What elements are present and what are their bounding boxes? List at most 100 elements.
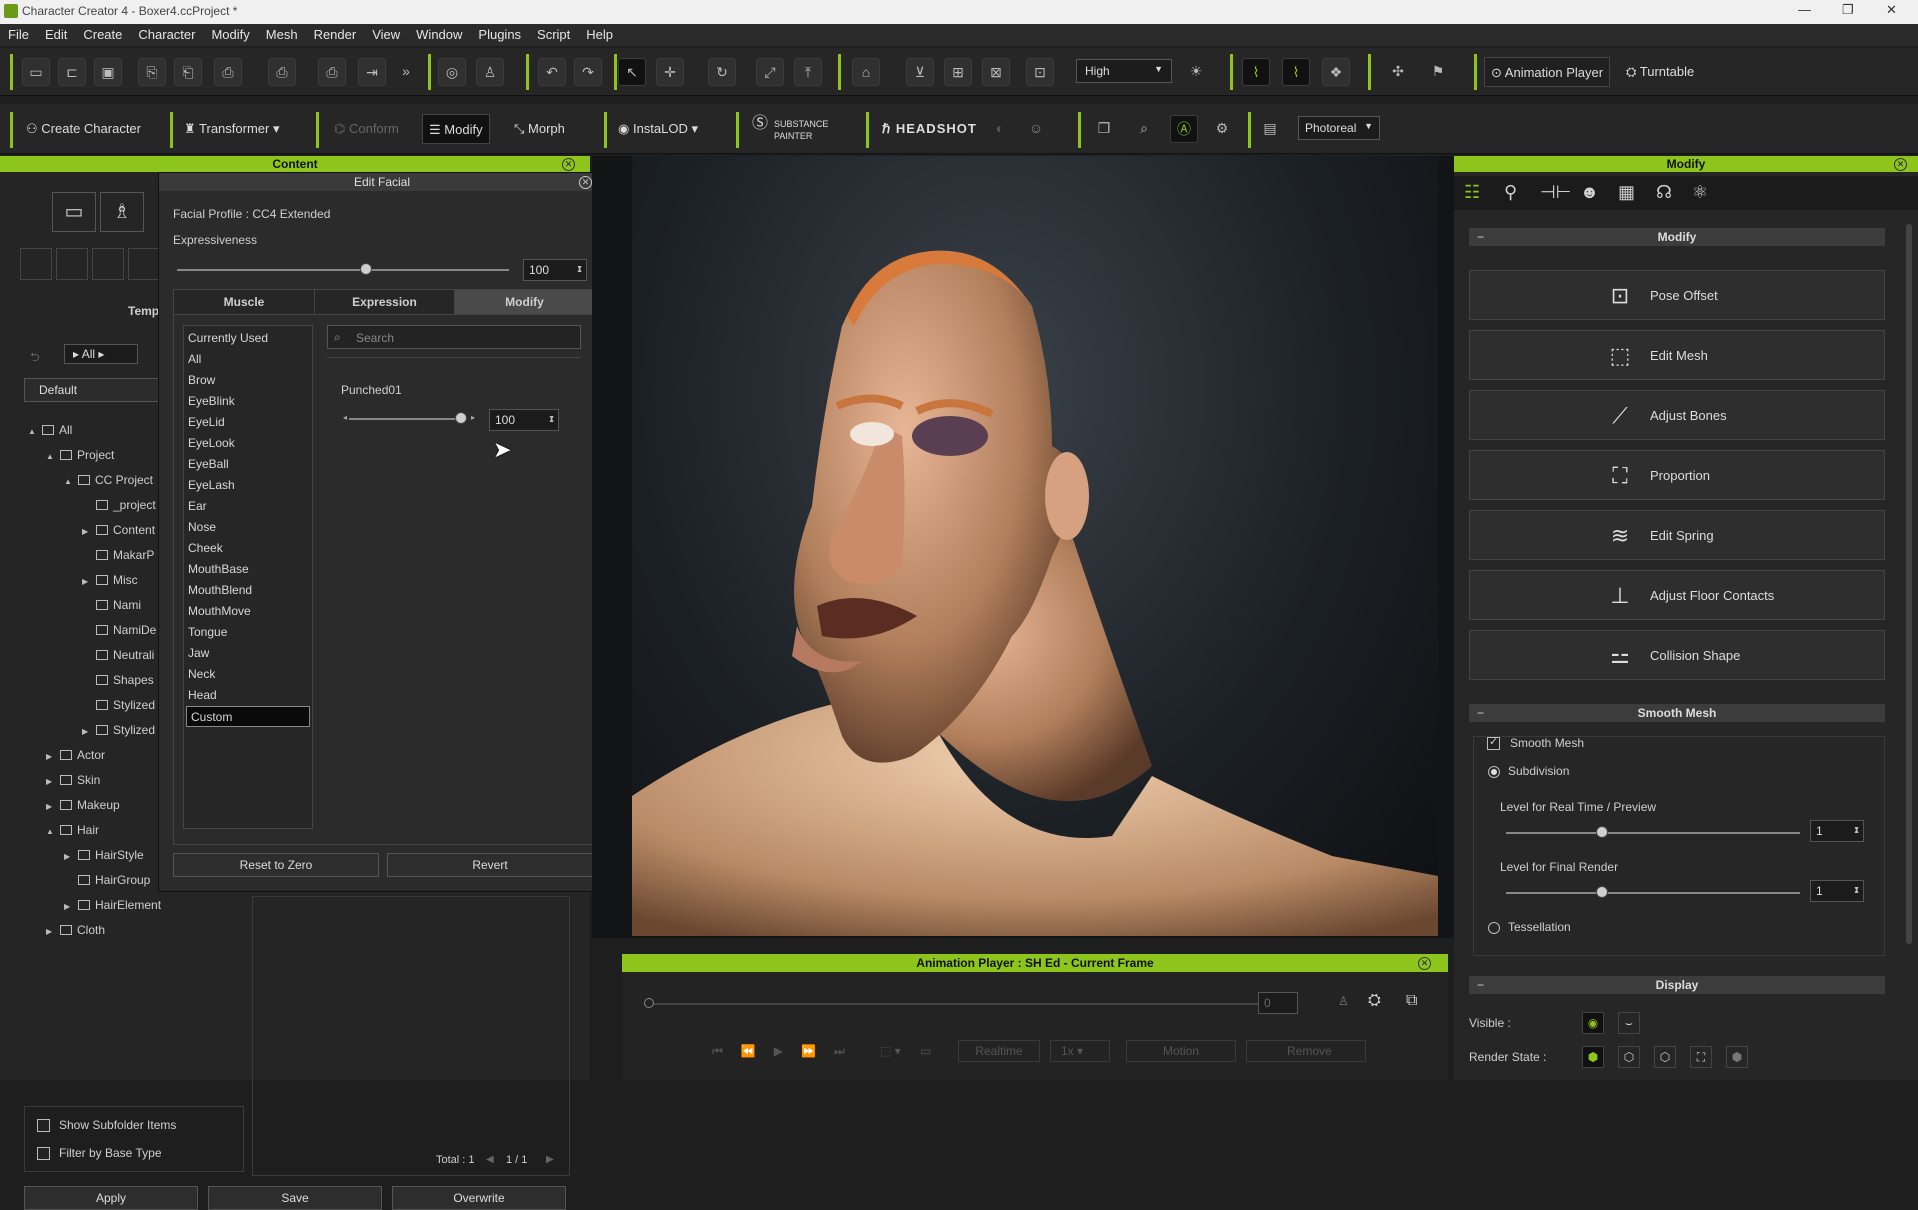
light-icon[interactable]: ☀ (1182, 58, 1210, 86)
close-icon[interactable]: ✕ (1418, 957, 1431, 970)
menu-render[interactable]: Render (306, 24, 365, 45)
proportion-button[interactable]: ⛶ Proportion (1469, 450, 1885, 500)
close-icon[interactable]: ✕ (1886, 2, 1897, 18)
animation-player-button[interactable]: ⊙ Animation Player (1484, 57, 1611, 87)
select-icon[interactable]: ↖ (618, 58, 646, 86)
category-item[interactable]: Neck (184, 664, 312, 685)
collapse-icon[interactable]: − (1477, 704, 1484, 722)
remove-button[interactable]: Remove (1246, 1040, 1366, 1062)
render-icon[interactable]: ▤ (1256, 115, 1284, 143)
close-icon[interactable]: ✕ (562, 158, 575, 171)
render-flat-icon[interactable]: ⬡ (1618, 1046, 1640, 1068)
category-item[interactable]: MouthBlend (184, 580, 312, 601)
render-xray-icon[interactable]: ⬢ (1726, 1046, 1748, 1068)
template-tab[interactable]: Temp (128, 304, 159, 318)
rotate-icon[interactable]: ↻ (708, 58, 736, 86)
expand-arrow-icon[interactable]: ▲ (64, 469, 78, 494)
expand-arrow-icon[interactable]: ▶ (64, 844, 78, 869)
tree-item[interactable]: ▶ HairElement (28, 893, 252, 918)
scale-icon[interactable]: ⊣⊢ (1540, 182, 1571, 203)
expand-arrow-icon[interactable]: ▶ (82, 569, 96, 594)
export-usd-icon[interactable]: ⎙ (318, 58, 346, 86)
level-realtime-input[interactable]: 1 ▲ ▼ (1810, 820, 1864, 842)
edit-mesh-button[interactable]: ⬚ Edit Mesh (1469, 330, 1885, 380)
expand-arrow-icon[interactable]: ▶ (46, 769, 60, 794)
frame-selected-icon[interactable]: ⊠ (982, 58, 1010, 86)
collapse-icon[interactable]: − (1477, 976, 1484, 994)
conform-button[interactable]: ⌬ Conform (328, 114, 405, 144)
expand-arrow-icon[interactable]: ▶ (46, 794, 60, 819)
filter-dropdown[interactable]: ▸ All ▸ (64, 344, 138, 364)
category-item[interactable]: Ear (184, 496, 312, 517)
close-icon[interactable]: ✕ (579, 176, 592, 189)
tab-modify[interactable]: Modify (454, 290, 594, 314)
category-item[interactable]: Custom (186, 706, 310, 727)
modify-section-header[interactable]: − Modify (1469, 228, 1885, 246)
folder-view-icon[interactable]: ▭ (52, 192, 96, 232)
import-obj-icon[interactable]: ⎗ (174, 58, 202, 86)
sliders-icon[interactable]: ☷ (1464, 182, 1480, 203)
export-obj-icon[interactable]: ⎙ (214, 58, 242, 86)
show-subfolder-checkbox[interactable] (37, 1119, 50, 1132)
save-icon[interactable]: ▣ (94, 58, 122, 86)
fit-icon[interactable]: ⊻ (906, 58, 934, 86)
home-icon[interactable]: ⌂ (852, 58, 880, 86)
timeline-knob[interactable] (644, 998, 654, 1008)
menu-edit[interactable]: Edit (37, 24, 75, 45)
tab-muscle[interactable]: Muscle (174, 290, 314, 314)
display-icon[interactable]: ▭ (920, 1044, 931, 1058)
figure-icon[interactable]: ♙ (1338, 994, 1349, 1008)
expand-arrow-icon[interactable]: ▲ (46, 444, 60, 469)
overwrite-button[interactable]: Overwrite (392, 1186, 566, 1210)
level-final-knob[interactable] (1596, 886, 1608, 898)
eye-closed-icon[interactable]: ⌣ (1618, 1012, 1640, 1034)
actor-view-icon[interactable]: ♗ (100, 192, 144, 232)
expand-arrow-icon[interactable]: ▲ (46, 819, 60, 844)
turntable-button[interactable]: ⛭ Turntable (1620, 57, 1700, 87)
level-final-slider[interactable] (1506, 892, 1800, 894)
expressiveness-input[interactable]: 100 ▲ ▼ (523, 259, 587, 281)
more-icon[interactable]: » (392, 58, 420, 86)
maximize-icon[interactable]: ❐ (1842, 2, 1854, 18)
render-shaded-icon[interactable]: ⬢ (1582, 1046, 1604, 1068)
category-item[interactable]: EyeLook (184, 433, 312, 454)
menu-plugins[interactable]: Plugins (470, 24, 529, 45)
settings-icon[interactable]: ⚙ (1208, 115, 1236, 143)
next-page-icon[interactable]: ▶ (546, 1154, 554, 1165)
edit-facial-header[interactable]: Edit Facial (159, 173, 605, 191)
search-input[interactable]: ⌕ Search (327, 325, 581, 349)
headshot-button[interactable]: ℏ HEADSHOT (876, 114, 983, 144)
move-icon[interactable]: ✛ (656, 58, 684, 86)
category-item[interactable]: Jaw (184, 643, 312, 664)
filter-base-checkbox[interactable] (37, 1147, 50, 1160)
minimize-icon[interactable]: — (1798, 2, 1811, 17)
tessellation-radio[interactable] (1488, 922, 1500, 934)
new-file-icon[interactable]: ▭ (22, 58, 50, 86)
figure-icon[interactable]: ⚲ (1504, 182, 1517, 203)
category-item[interactable]: EyeLash (184, 475, 312, 496)
collapse-icon[interactable]: − (1477, 228, 1484, 246)
send-icon[interactable]: ⇥ (358, 58, 386, 86)
window-icon[interactable]: ⧉ (1406, 992, 1417, 1010)
substance-painter-button[interactable]: Ⓢ SUBSTANCE PAINTER (748, 114, 848, 144)
globe-icon[interactable]: ◎ (438, 58, 466, 86)
collision-shape-button[interactable]: ⚍ Collision Shape (1469, 630, 1885, 680)
head-icon[interactable]: ☺ (1022, 115, 1050, 143)
motion-capture-icon[interactable]: ⛭ (1368, 992, 1381, 1010)
modify-scrollbar[interactable] (1906, 224, 1912, 944)
undo-icon[interactable]: ↶ (538, 58, 566, 86)
a-pose-icon[interactable]: Ⓐ (1170, 115, 1198, 143)
category-item[interactable]: Tongue (184, 622, 312, 643)
camera-icon[interactable]: ⊡ (1026, 58, 1054, 86)
prev-page-icon[interactable]: ◀ (486, 1154, 494, 1165)
headshot-tool-icon[interactable]: ◐ (986, 115, 1014, 143)
ik-icon[interactable]: ⌇ (1242, 58, 1270, 86)
content-tab[interactable] (92, 248, 124, 280)
spin-down-icon[interactable]: ▼ (576, 259, 583, 279)
revert-button[interactable]: Revert (387, 853, 593, 877)
physics-icon[interactable]: ❖ (1322, 58, 1350, 86)
content-tab[interactable] (56, 248, 88, 280)
motion-button[interactable]: Motion (1126, 1040, 1236, 1062)
frame-icon[interactable]: ⊞ (944, 58, 972, 86)
render-box-icon[interactable]: ⛶ (1690, 1046, 1712, 1068)
